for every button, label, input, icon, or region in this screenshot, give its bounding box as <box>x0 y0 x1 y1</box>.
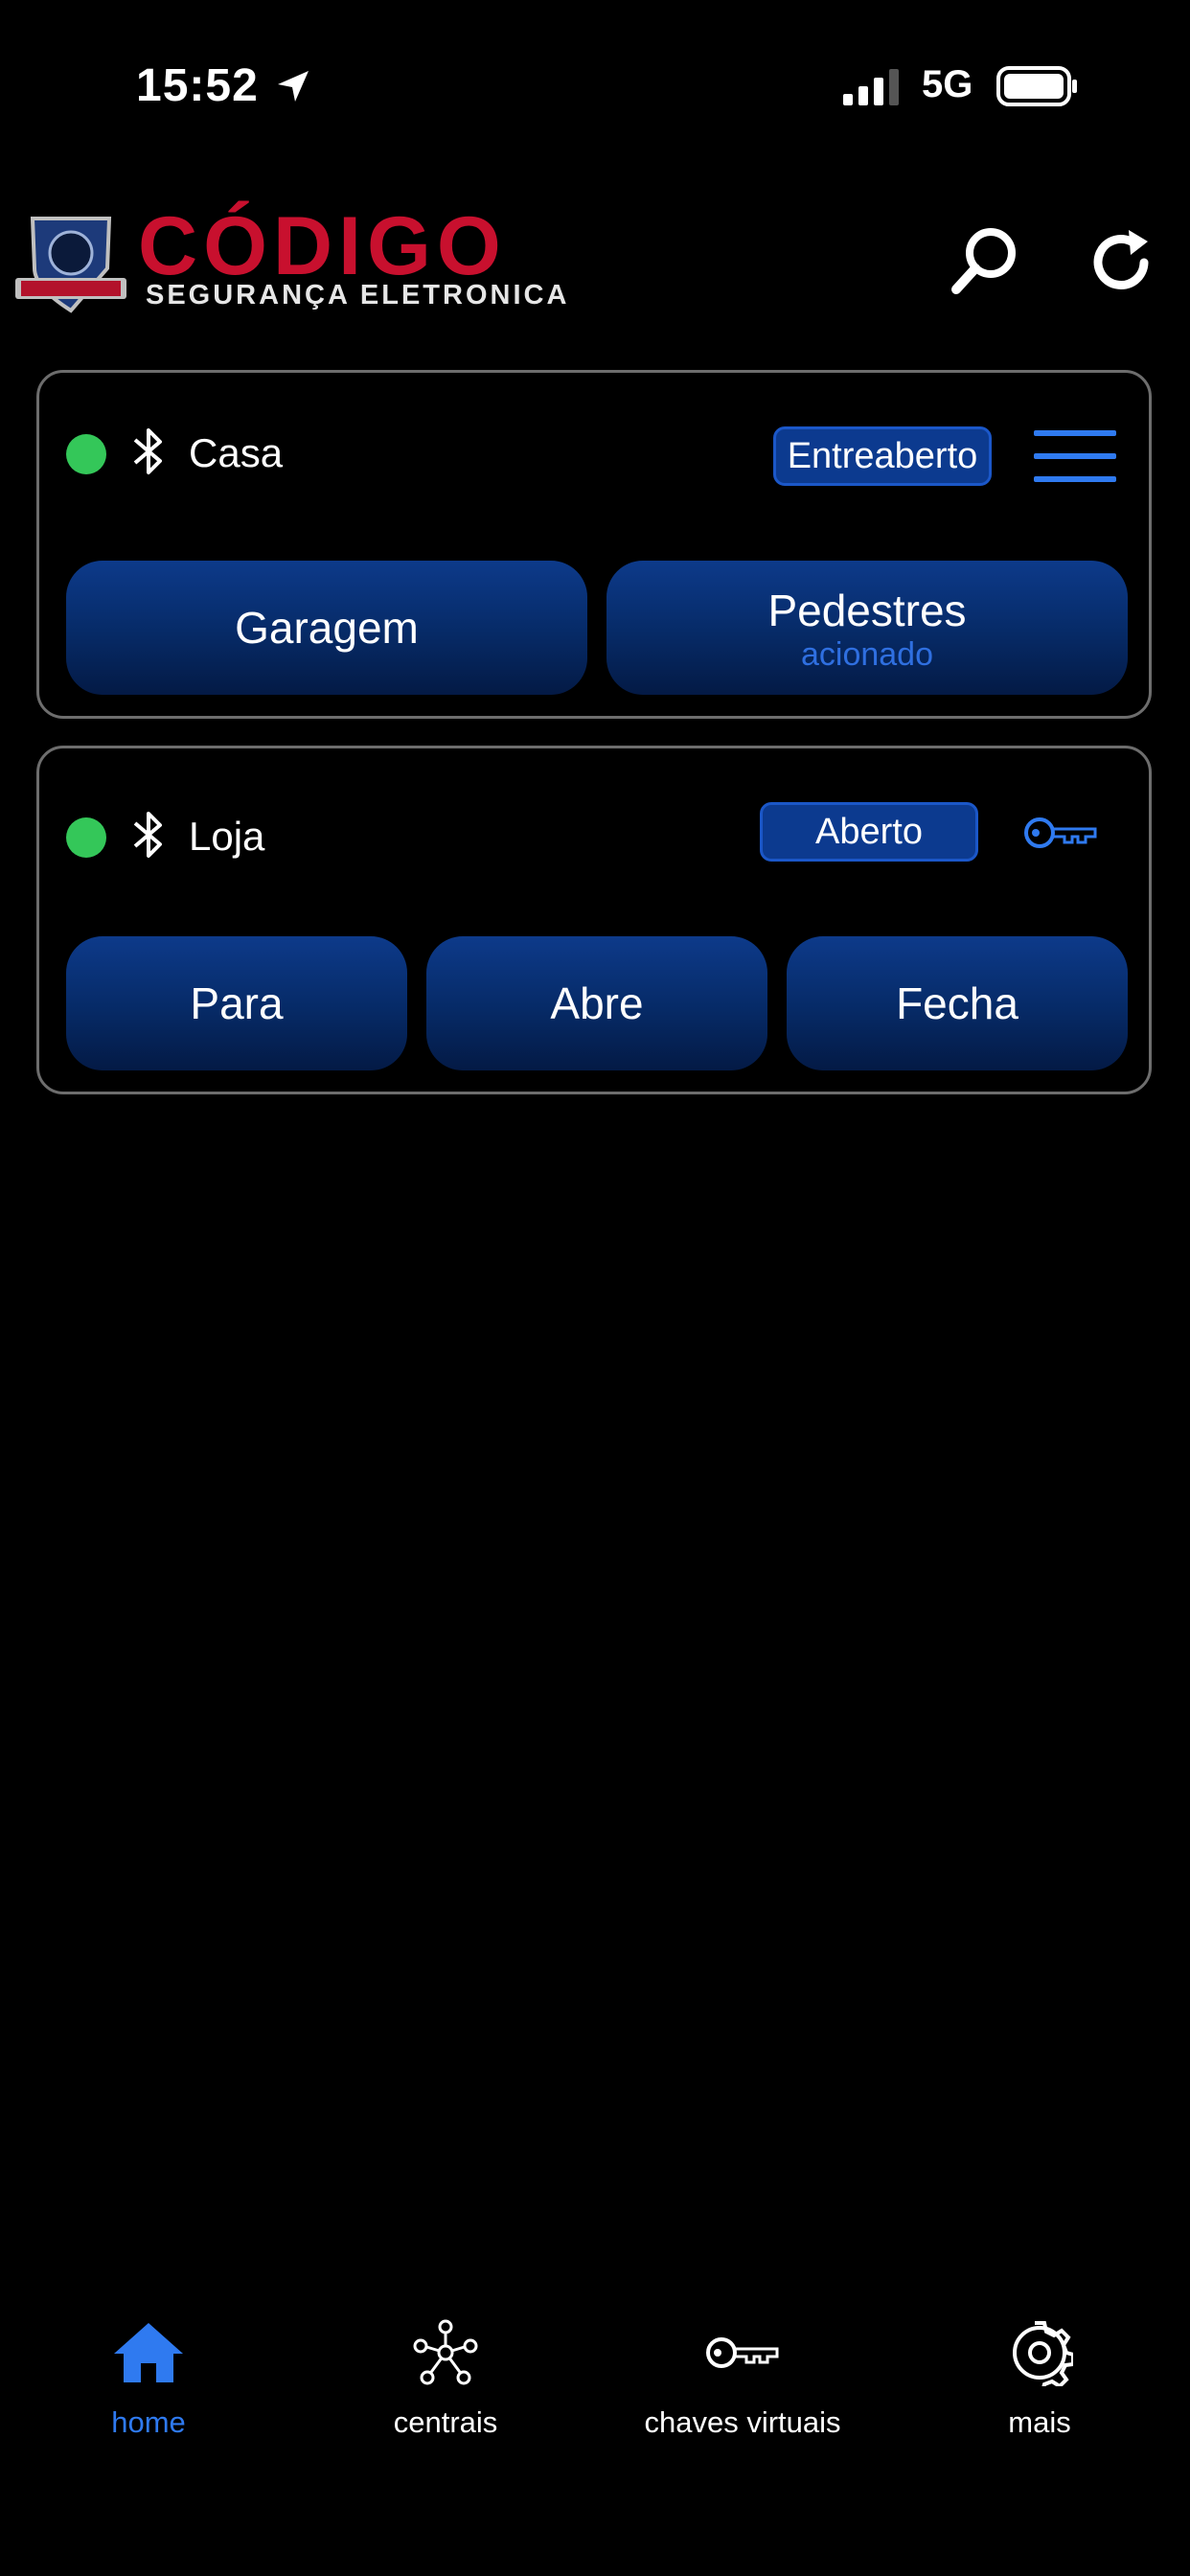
button-sublabel: acionado <box>800 636 933 673</box>
logo-title: CÓDIGO <box>138 200 507 292</box>
tab-chaves-virtuais[interactable]: chaves virtuais <box>594 2319 891 2440</box>
tab-label: chaves virtuais <box>644 2405 841 2439</box>
search-icon[interactable] <box>947 222 1023 299</box>
pedestres-button[interactable]: Pedestres acionado <box>606 561 1128 695</box>
tab-label: home <box>111 2405 186 2439</box>
button-label: Para <box>190 978 284 1028</box>
device-name: Casa <box>189 430 284 475</box>
refresh-icon[interactable] <box>1085 224 1161 301</box>
device-card-loja: Loja Aberto Para Abre Fecha <box>36 746 1152 1094</box>
tab-label: centrais <box>393 2405 498 2439</box>
cellular-signal-icon <box>843 69 899 105</box>
button-label: Pedestres <box>767 586 967 635</box>
logo-subtitle: SEGURANÇA ELETRONICA <box>146 280 570 310</box>
device-name: Loja <box>189 814 265 859</box>
network-type: 5G <box>922 63 973 105</box>
tab-mais[interactable]: mais <box>891 2319 1188 2440</box>
para-button[interactable]: Para <box>66 936 407 1070</box>
network-icon <box>413 2319 478 2385</box>
bluetooth-icon <box>133 428 162 474</box>
button-label: Abre <box>550 978 644 1028</box>
key-icon <box>706 2337 779 2368</box>
status-badge: Aberto <box>760 802 978 862</box>
menu-icon[interactable] <box>1034 426 1116 486</box>
abre-button[interactable]: Abre <box>426 936 767 1070</box>
home-icon <box>114 2323 183 2382</box>
gear-icon <box>1013 2321 1073 2386</box>
tab-home[interactable]: home <box>0 2319 297 2440</box>
garagem-button[interactable]: Garagem <box>66 561 587 695</box>
status-badge: Entreaberto <box>773 426 992 486</box>
bluetooth-icon <box>133 812 162 858</box>
button-label: Garagem <box>235 603 419 653</box>
key-icon[interactable] <box>1022 808 1099 858</box>
fecha-button[interactable]: Fecha <box>787 936 1128 1070</box>
device-card-casa: Casa Entreaberto Garagem Pedestres acion… <box>36 370 1152 719</box>
button-label: Fecha <box>896 978 1018 1028</box>
online-status-dot <box>66 434 106 474</box>
status-time: 15:52 <box>136 60 259 111</box>
tab-centrais[interactable]: centrais <box>297 2319 594 2440</box>
online-status-dot <box>66 817 106 858</box>
logo-shield-icon <box>15 217 126 313</box>
battery-icon <box>996 66 1077 106</box>
location-arrow-icon <box>278 71 309 102</box>
tab-label: mais <box>1008 2405 1071 2439</box>
